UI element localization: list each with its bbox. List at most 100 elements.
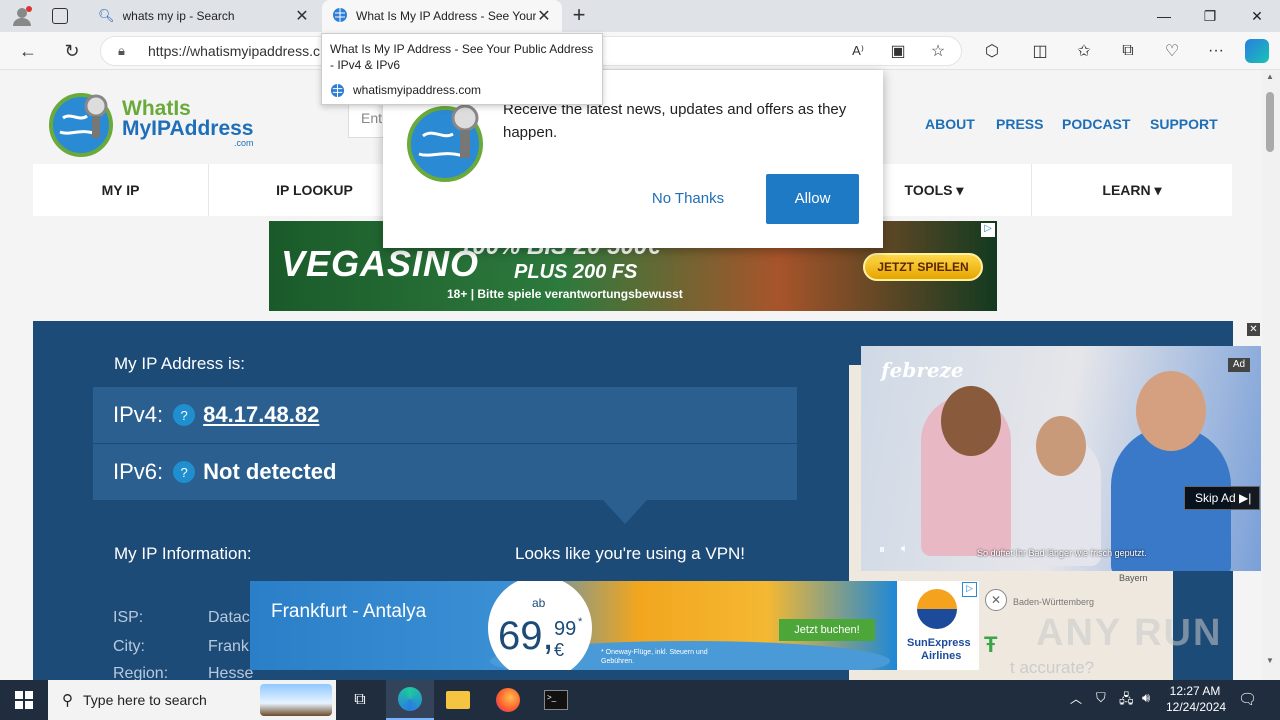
anyrun-watermark: ANY RUN <box>1036 612 1223 654</box>
favorites-icon[interactable]: ✩ <box>1070 38 1098 64</box>
start-button[interactable] <box>0 680 48 720</box>
globe-icon <box>330 83 345 97</box>
ipv4-row: IPv4: ? 84.17.48.82 <box>93 387 797 443</box>
skip-ad-button[interactable]: Skip Ad ▶| <box>1184 486 1260 510</box>
mute-icon[interactable]: 🔈︎ <box>901 541 908 556</box>
ipv6-help-icon[interactable]: ? <box>173 461 196 483</box>
price-currency: € <box>554 640 565 660</box>
no-thanks-button[interactable]: No Thanks <box>633 186 743 212</box>
lock-icon[interactable]: 🔒︎ <box>118 43 125 59</box>
logo-text-1: WhatIs <box>122 97 191 120</box>
split-screen-icon[interactable]: ◫ <box>1026 38 1054 64</box>
tab-search[interactable]: 🔍︎ whats my ip - Search ✕ <box>88 0 320 32</box>
ip-heading: My IP Address is: <box>114 354 246 373</box>
logo-text-3: .com <box>233 138 254 148</box>
price-star: * <box>578 616 583 628</box>
tray-chevron-icon[interactable]: ︿ <box>1070 690 1082 707</box>
nav-my-ip[interactable]: MY IP <box>33 164 209 216</box>
favorite-star-icon[interactable]: ☆ <box>924 38 952 64</box>
logo-text-2: MyIPAddress <box>122 117 254 140</box>
top-link-support[interactable]: SUPPORT <box>1150 116 1218 132</box>
site-search-input[interactable]: Ent <box>348 100 388 138</box>
close-tab-icon[interactable]: ✕ <box>536 6 552 26</box>
top-link-about[interactable]: ABOUT <box>925 116 975 132</box>
collections-icon[interactable]: ⧉ <box>1114 38 1142 64</box>
close-window-button[interactable]: ✕ <box>1234 0 1280 32</box>
performance-icon[interactable]: ♡ <box>1158 38 1186 64</box>
ipv6-value: Not detected <box>203 459 337 484</box>
tab-actions-icon[interactable] <box>52 8 68 24</box>
ip-info-heading: My IP Information: <box>114 544 252 563</box>
adchoices-icon[interactable]: ▷ <box>962 582 977 597</box>
tooltip-domain: whatismyipaddress.com <box>353 83 482 97</box>
ipv6-row: IPv6: ? Not detected <box>93 444 797 500</box>
ipv4-value[interactable]: 84.17.48.82 <box>203 402 319 428</box>
tab-title: What Is My IP Address - See Your <box>356 9 536 23</box>
vpn-notice: Looks like you're using a VPN! <box>515 544 746 563</box>
taskbar-search-box[interactable]: ⚲ Type here to search <box>48 680 336 720</box>
flight-route: Frankfurt - Antalya <box>271 601 427 622</box>
tooltip-title: What Is My IP Address - See Your Public … <box>330 42 594 72</box>
airline-name-2: Airlines <box>921 650 962 662</box>
close-ad-icon[interactable]: ✕ <box>985 589 1007 611</box>
book-now-button[interactable]: Jetzt buchen! <box>779 619 875 641</box>
network-icon[interactable]: 🖧︎ <box>1119 690 1134 712</box>
terminal-icon[interactable]: >_ <box>532 680 580 720</box>
ipv4-help-icon[interactable]: ? <box>173 404 196 426</box>
extensions-icon[interactable]: ⬡ <box>978 38 1006 64</box>
page-scrollbar[interactable]: ▲ ▼ <box>1262 70 1280 680</box>
site-logo[interactable]: WhatIs MyIPAddress .com <box>48 88 254 158</box>
clock-date: 12/24/2024 <box>1166 700 1227 714</box>
notifications-icon[interactable]: 🗨︎ <box>1238 690 1257 708</box>
accuracy-link[interactable]: t accurate? <box>1010 658 1094 678</box>
top-link-press[interactable]: PRESS <box>996 116 1043 132</box>
clock-time: 12:27 AM <box>1169 684 1221 698</box>
map-label-bayern: Bayern <box>1119 573 1148 583</box>
adchoices-icon[interactable]: ▷ <box>981 223 995 237</box>
task-view-icon[interactable]: ⧉ <box>336 680 384 720</box>
skip-ad-label: Skip Ad <box>1195 491 1236 505</box>
nav-learn[interactable]: LEARN ▾ <box>1032 164 1232 216</box>
isp-label: ISP: <box>113 609 144 626</box>
tab-whatismyip[interactable]: What Is My IP Address - See Your ✕ <box>322 0 562 32</box>
ad-badge: Ad <box>1228 358 1250 372</box>
settings-more-icon[interactable]: ··· <box>1202 38 1230 64</box>
speech-pointer <box>603 500 647 524</box>
globe-logo-icon <box>49 93 113 157</box>
top-link-podcast[interactable]: PODCAST <box>1062 116 1130 132</box>
back-button[interactable]: ← <box>14 37 42 65</box>
fine-print: * Oneway-Flüge, inkl. Steuern und Gebühr… <box>601 649 708 665</box>
ipv6-label: IPv6: <box>113 459 164 484</box>
file-explorer-icon[interactable] <box>434 680 482 720</box>
volume-icon[interactable]: 🔊︎ <box>1142 690 1150 706</box>
pause-icon[interactable]: ⏸ <box>879 542 885 557</box>
new-tab-button[interactable]: + <box>566 4 592 28</box>
bottom-flight-ad[interactable]: Frankfurt - Antalya ab 69, 99 * € * Onew… <box>250 581 897 670</box>
video-brand: febreze <box>881 358 964 382</box>
read-aloud-icon[interactable]: A⁾ <box>844 38 872 64</box>
profile-avatar[interactable] <box>10 4 34 28</box>
firefox-icon[interactable] <box>484 680 532 720</box>
city-value: Frank <box>208 638 249 655</box>
system-clock[interactable]: 12:27 AM 12/24/2024 <box>1166 683 1227 715</box>
airline-name-1: SunExpress <box>907 637 971 649</box>
tray-app-icon[interactable]: ⛉ <box>1096 690 1106 706</box>
ad-cta-button[interactable]: JETZT SPIELEN <box>863 253 983 281</box>
ad-subline: PLUS 200 FS <box>514 261 638 283</box>
allow-button[interactable]: Allow <box>766 174 859 224</box>
region-value: Hesse <box>208 665 254 680</box>
edge-taskbar-icon[interactable] <box>386 680 434 720</box>
region-label: Region: <box>113 665 169 680</box>
refresh-button[interactable]: ↻ <box>58 37 86 65</box>
tab-hover-tooltip: What Is My IP Address - See Your Public … <box>321 33 603 105</box>
restore-button[interactable]: ❐ <box>1187 0 1233 32</box>
search-icon: 🔍︎ <box>98 8 115 23</box>
globe-logo-icon <box>407 104 483 182</box>
video-ad[interactable]: febreze Ad Skip Ad ▶| ⏸ 🔈︎ So duftet Ihr… <box>861 346 1261 571</box>
copilot-icon[interactable] <box>1245 39 1269 63</box>
minimize-button[interactable]: — <box>1141 0 1187 32</box>
taskbar-search-placeholder: Type here to search <box>83 692 207 708</box>
close-video-ad-icon[interactable]: ✕ <box>1247 323 1260 336</box>
immersive-reader-icon[interactable]: ▣ <box>884 38 912 64</box>
close-tab-icon[interactable]: ✕ <box>294 6 310 26</box>
